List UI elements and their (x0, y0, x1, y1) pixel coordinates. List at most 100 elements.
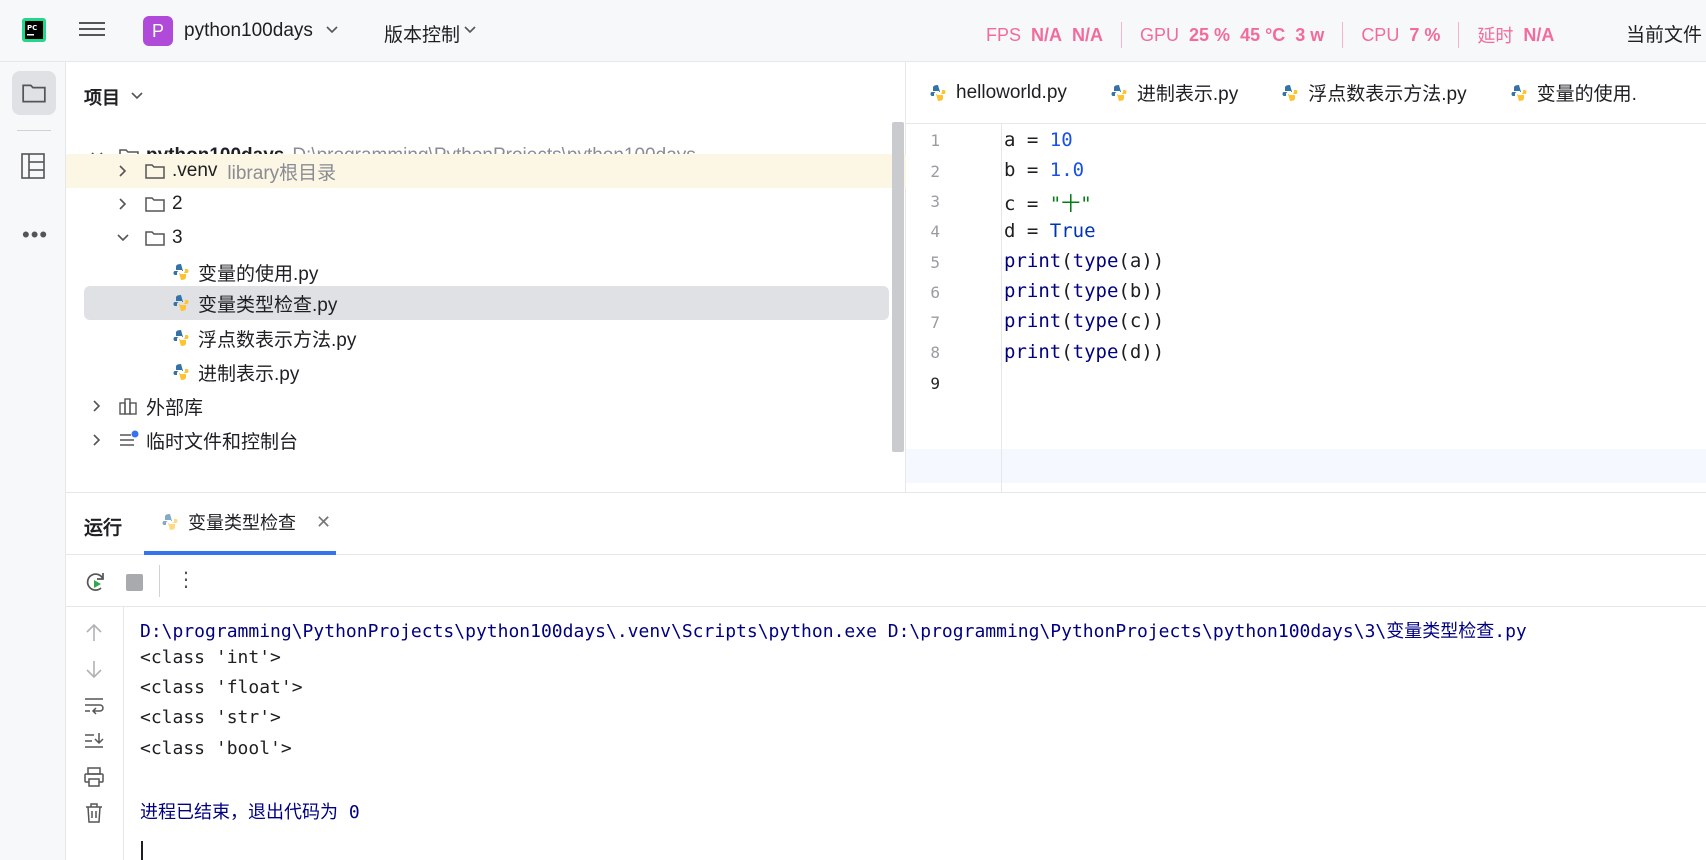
tab-label: 浮点数表示方法.py (1308, 84, 1467, 105)
panel-title[interactable]: 项目 (84, 84, 120, 110)
chevron-right-icon[interactable] (88, 397, 106, 415)
project-tool-button[interactable] (12, 71, 56, 115)
gpu-label: GPU (1140, 24, 1180, 45)
tree-label: 变量类型检查.py (198, 294, 338, 316)
editor-tab[interactable]: 变量的使用. (1509, 79, 1637, 106)
print-icon[interactable] (82, 765, 106, 789)
stop-icon[interactable] (126, 574, 143, 591)
pycharm-logo-icon[interactable]: PC (22, 18, 46, 42)
console-output-line: <class 'float'> (140, 677, 303, 698)
console-output-line: <class 'int'> (140, 647, 281, 668)
structure-icon[interactable] (20, 152, 46, 180)
console-actions (66, 607, 124, 860)
code-line[interactable]: b = 1.0 (1004, 159, 1084, 181)
chevron-down-icon[interactable] (325, 22, 339, 36)
run-tab-label: 变量类型检查 (188, 513, 296, 533)
cpu-usage: 7 % (1409, 24, 1441, 45)
tree-node-file[interactable]: 进制表示.py (66, 354, 906, 390)
fps-value: N/A (1031, 24, 1063, 45)
vcs-menu[interactable]: 版本控制 (384, 20, 460, 47)
editor-tab[interactable]: 浮点数表示方法.py (1280, 79, 1467, 106)
code-line[interactable]: d = True (1004, 220, 1096, 242)
folder-icon (22, 84, 46, 103)
code-line[interactable]: print(type(a)) (1004, 250, 1164, 272)
scrollbar[interactable] (892, 122, 904, 452)
divider (1458, 22, 1460, 48)
divider (159, 565, 160, 597)
run-toolbar: ⋮ (66, 555, 1706, 607)
divider (17, 130, 51, 131)
editor-tab[interactable]: helloworld.py (928, 82, 1067, 104)
project-tool-window: 项目 python100days D:\programming\PythonPr… (66, 62, 906, 492)
tree-label: 临时文件和控制台 (146, 431, 299, 453)
main-menu-icon[interactable] (79, 18, 105, 42)
tree-node-folder-3[interactable]: 3 (66, 220, 906, 256)
chevron-down-icon[interactable] (114, 229, 132, 247)
library-icon (119, 398, 137, 415)
arrow-up-icon[interactable] (82, 621, 106, 645)
performance-monitor: FPS N/A N/A GPU 25 % 45 °C 3 w CPU 7 % 延… (986, 22, 1564, 48)
line-number: 6 (930, 283, 940, 302)
tree-node-external-libraries[interactable]: 外部库 (66, 388, 906, 424)
editor-tab[interactable]: 进制表示.py (1109, 79, 1238, 106)
tree-label: 变量的使用.py (198, 263, 319, 285)
folder-icon (145, 164, 165, 179)
tree-node-file-selected[interactable]: 变量类型检查.py (84, 286, 889, 320)
cpu-label: CPU (1361, 24, 1400, 45)
current-line-highlight (906, 449, 1706, 483)
tab-label: 变量的使用. (1536, 84, 1637, 105)
code-line[interactable]: c = "十" (1004, 189, 1092, 216)
tree-node-scratches[interactable]: 临时文件和控制台 (66, 422, 906, 458)
gpu-usage: 25 % (1189, 24, 1231, 45)
tree-label: 2 (172, 193, 183, 214)
tree-node-folder-2[interactable]: 2 (66, 186, 906, 222)
run-tool-window: 运行 变量类型检查 ✕ ⋮ D:\programming\PythonProje… (66, 492, 1706, 860)
tree-hint: library根目录 (227, 162, 337, 184)
chevron-right-icon[interactable] (114, 195, 132, 213)
text-caret (141, 841, 143, 860)
tab-label: helloworld.py (956, 81, 1067, 103)
project-switcher[interactable]: python100days (184, 20, 313, 42)
code-line[interactable]: print(type(c)) (1004, 310, 1164, 332)
python-file-icon (1282, 84, 1298, 101)
more-tools-icon[interactable]: ••• (22, 222, 48, 248)
python-file-icon (162, 514, 178, 530)
latency-value: N/A (1523, 24, 1555, 45)
line-number: 4 (930, 222, 940, 241)
chevron-right-icon[interactable] (114, 162, 132, 180)
code-line[interactable]: a = 10 (1004, 129, 1073, 151)
tree-node-venv[interactable]: .venv library根目录 (66, 154, 906, 188)
gpu-power: 3 w (1295, 24, 1325, 45)
trash-icon[interactable] (82, 801, 106, 825)
gpu-temp: 45 °C (1240, 24, 1286, 45)
console-exit-message: 进程已结束，退出代码为 0 (140, 802, 360, 823)
run-config-selector[interactable]: 当前文件 (1626, 20, 1702, 47)
python-file-icon (1111, 84, 1127, 101)
more-options-icon[interactable]: ⋮ (176, 567, 196, 592)
chevron-right-icon[interactable] (88, 431, 106, 449)
chevron-down-icon[interactable] (130, 88, 144, 102)
console-command: D:\programming\PythonProjects\python100d… (140, 621, 1527, 642)
tree-node-file[interactable]: 变量的使用.py (66, 254, 906, 290)
tree-label: 进制表示.py (198, 363, 300, 385)
run-tab[interactable]: 变量类型检查 ✕ (144, 493, 336, 555)
close-icon[interactable]: ✕ (316, 512, 331, 533)
code-line[interactable]: print(type(b)) (1004, 280, 1164, 302)
scratches-icon (120, 430, 139, 446)
project-avatar[interactable]: P (143, 16, 173, 46)
line-number: 1 (930, 131, 940, 150)
chevron-down-icon[interactable] (463, 22, 477, 36)
rerun-icon[interactable] (84, 570, 108, 594)
divider (1342, 22, 1344, 48)
soft-wrap-icon[interactable] (82, 693, 106, 717)
line-number: 5 (930, 253, 940, 272)
console-output-line: <class 'str'> (140, 707, 281, 728)
folder-icon (145, 231, 165, 246)
editor-tabs: helloworld.py 进制表示.py 浮点数表示方法.py 变量的使用. (906, 62, 1706, 124)
line-number: 8 (930, 343, 940, 362)
code-line[interactable]: print(type(d)) (1004, 341, 1164, 363)
scroll-to-end-icon[interactable] (82, 729, 106, 753)
arrow-down-icon[interactable] (82, 657, 106, 681)
tree-node-file[interactable]: 浮点数表示方法.py (66, 320, 906, 356)
line-number: 2 (930, 162, 940, 181)
